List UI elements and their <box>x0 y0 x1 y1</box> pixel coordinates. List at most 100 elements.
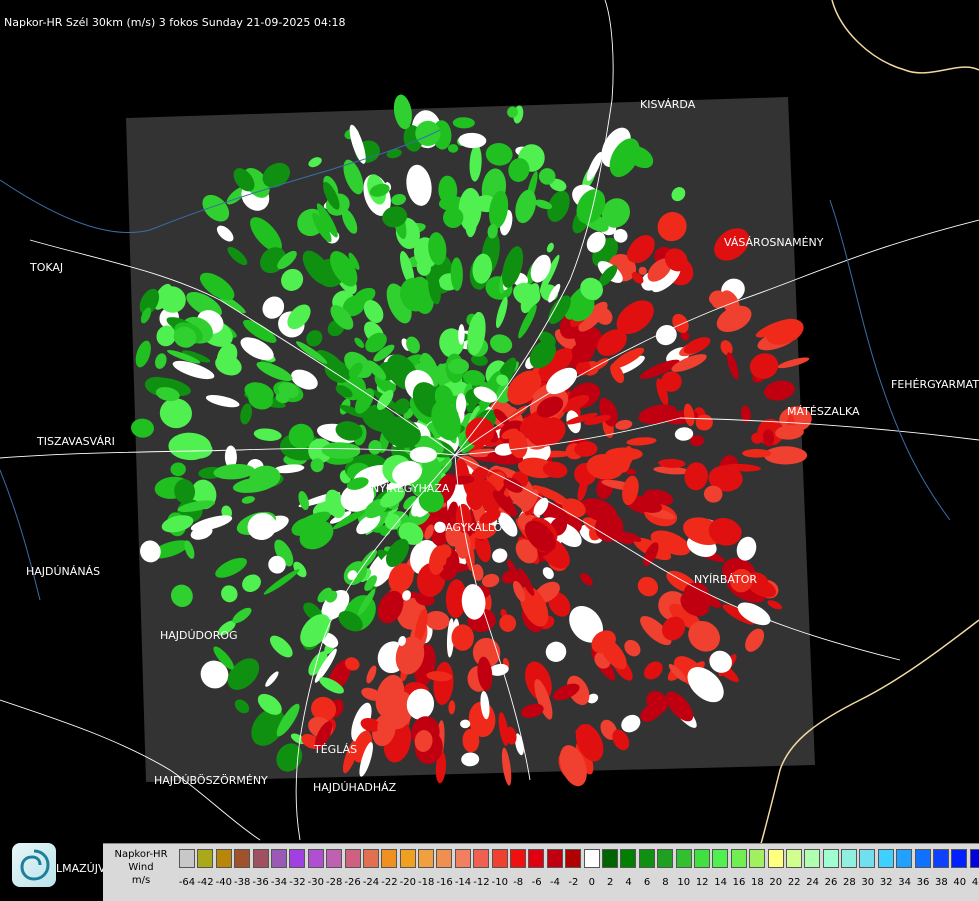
legend-swatch <box>620 849 637 868</box>
legend-tick-label: 0 <box>588 877 595 888</box>
legend-tick-label: 6 <box>643 877 651 888</box>
legend-swatch <box>785 849 802 868</box>
legend-swatch <box>362 849 379 868</box>
city-label: HAJDÚBÖSZÖRMÉNY <box>154 774 268 787</box>
city-label: KISVÁRDA <box>640 98 696 111</box>
legend-swatch <box>252 849 269 868</box>
legend-tick-label: 16 <box>732 877 746 888</box>
legend-tick-label: -22 <box>381 877 398 888</box>
city-label: TÉGLÁS <box>314 743 358 756</box>
legend-swatch <box>841 849 858 868</box>
legend-tick-label: -30 <box>307 877 324 888</box>
legend-title: Napkor-HR Wind m/s <box>106 848 176 887</box>
radar-echo <box>763 446 808 465</box>
legend-swatch <box>491 849 508 868</box>
legend-tick-label: -40 <box>215 877 232 888</box>
legend-line: m/s <box>131 875 151 886</box>
legend-tick-label: 34 <box>898 877 911 888</box>
legend-tick-label: -18 <box>418 877 435 888</box>
legend-swatch <box>179 849 195 868</box>
legend-tick-label: 38 <box>935 877 948 888</box>
legend-tick-label: 28 <box>843 877 856 888</box>
legend-tick-label: 42 <box>971 877 979 888</box>
legend-swatch <box>326 849 343 868</box>
legend-tick-label: 30 <box>861 877 875 888</box>
legend-swatch <box>399 849 416 868</box>
legend-swatch <box>289 849 306 868</box>
city-label: FEHÉRGYARMAT <box>891 378 979 391</box>
legend-swatch <box>454 849 471 868</box>
city-label: HAJDÚHADHÁZ <box>313 781 397 794</box>
legend-tick-label: -20 <box>399 877 416 888</box>
legend-tick-label: -38 <box>234 877 251 888</box>
city-label: NYÍREGYHÁZA <box>371 482 450 495</box>
legend-line: Wind <box>128 862 154 873</box>
legend-swatch <box>914 849 931 868</box>
legend-tick-label: 40 <box>953 877 967 888</box>
city-label: NYÍRBÁTOR <box>694 573 758 586</box>
legend-tick-label: -24 <box>362 877 380 888</box>
legend-tick-label: -64 <box>178 877 196 888</box>
napkor-logo-icon <box>12 843 56 887</box>
legend-ticks: -64 -42 -40 -38 -36 -34 -32 -30 -28 -26 -24 -22 -20-… <box>179 877 979 891</box>
legend-tick-label: -10 <box>491 877 508 888</box>
legend-swatch <box>822 849 839 868</box>
legend-tick-label: -34 <box>270 877 288 888</box>
legend-tick-label: -42 <box>197 877 214 888</box>
legend-tick-label: 20 <box>769 877 783 888</box>
legend-swatch <box>546 849 563 868</box>
legend-swatch <box>473 849 490 868</box>
legend-swatch <box>197 849 214 868</box>
legend-tick-label: -4 <box>550 877 560 888</box>
legend-tick-label: 24 <box>806 877 819 888</box>
legend-swatch <box>234 849 251 868</box>
legend-tick-label: 10 <box>677 877 691 888</box>
legend-swatch <box>804 849 821 868</box>
legend-tick-label: -6 <box>531 877 542 888</box>
legend-swatch <box>859 849 876 868</box>
city-label: VÁSÁROSNAMÉNY <box>724 236 824 249</box>
legend-swatch <box>344 849 361 868</box>
legend-swatch <box>215 849 232 868</box>
radar-echo <box>742 449 772 458</box>
legend-swatch <box>436 849 453 868</box>
legend-swatch <box>601 849 618 868</box>
legend-swatch <box>877 849 894 868</box>
legend-swatch <box>951 849 968 868</box>
legend-swatch <box>381 849 398 868</box>
radar-map[interactable] <box>0 0 979 900</box>
legend-swatch <box>933 849 950 868</box>
legend-swatch <box>712 849 729 868</box>
legend-tick-label: 4 <box>625 877 632 888</box>
legend-tick-label: -8 <box>513 877 524 888</box>
city-label: HAJDÚNÁNÁS <box>26 565 101 578</box>
legend-swatch <box>730 849 747 868</box>
legend-swatch <box>528 849 545 868</box>
legend-swatch <box>896 849 913 868</box>
legend-tick-label: 18 <box>751 877 764 888</box>
legend-swatch <box>510 849 527 868</box>
legend-tick-label: 26 <box>824 877 838 888</box>
legend-swatch <box>270 849 287 868</box>
legend-tick-label: 2 <box>607 877 614 888</box>
city-label: MÁTÉSZALKA <box>787 405 860 418</box>
legend-swatch <box>638 849 655 868</box>
legend-swatch <box>418 849 435 868</box>
legend-line: Napkor-HR <box>114 849 168 860</box>
map-title: Napkor-HR Szél 30km (m/s) 3 fokos Sunday… <box>4 16 346 29</box>
city-label: HAJDÚDOROG <box>160 629 238 642</box>
legend-swatch <box>749 849 766 868</box>
legend-tick-label: -16 <box>436 877 453 888</box>
legend-tick-label: 22 <box>787 877 801 888</box>
city-label: NAGYKÁLLÓ <box>437 521 503 534</box>
legend-swatch <box>565 849 582 868</box>
legend-swatch <box>693 849 710 868</box>
legend-tick-label: 14 <box>714 877 727 888</box>
legend-tick-label: -12 <box>473 877 490 888</box>
legend-swatch <box>657 849 674 868</box>
legend-tick-label: -36 <box>252 877 269 888</box>
legend-tick-label: -26 <box>344 877 361 888</box>
legend-tick-label: -2 <box>568 877 579 888</box>
legend-swatch <box>583 849 600 868</box>
color-legend: Napkor-HR Wind m/s -64 -42 -40 -38 -36 -34 -32… <box>103 843 979 901</box>
